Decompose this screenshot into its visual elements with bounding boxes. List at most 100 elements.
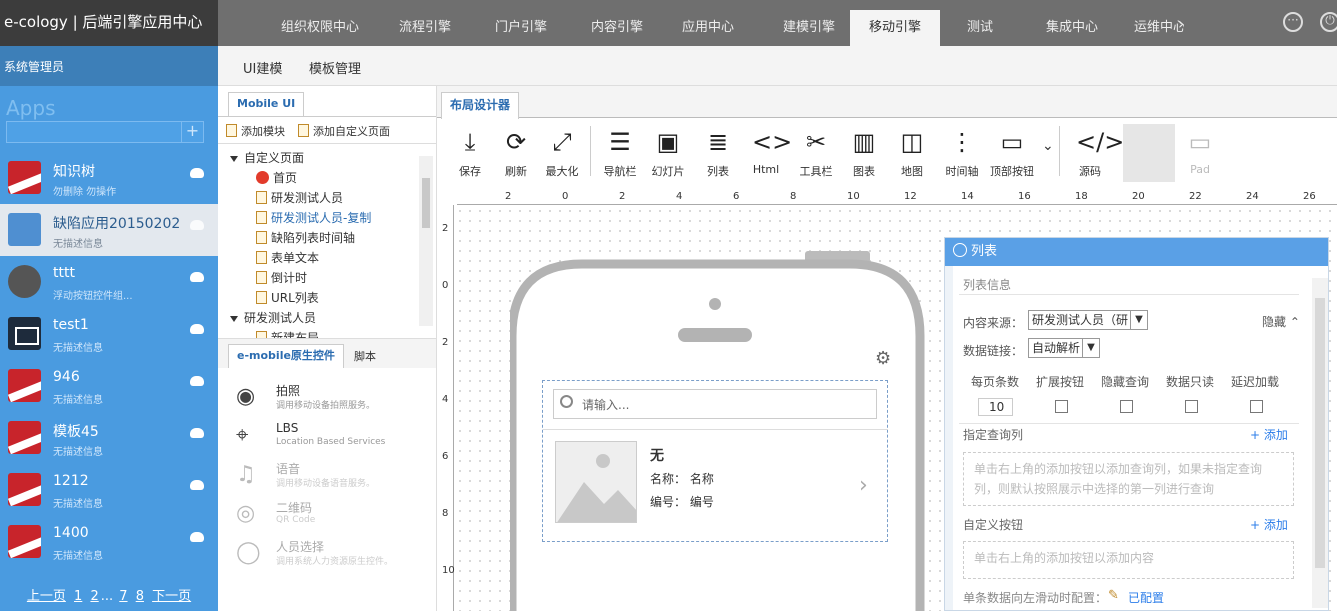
apps-add-button[interactable]: +	[181, 122, 203, 142]
nav-tab[interactable]: 应用中心	[678, 0, 738, 46]
lazy-load-checkbox[interactable]	[1250, 400, 1263, 413]
app-list-item[interactable]: 1400 无描述信息	[0, 516, 218, 568]
ruler-tick: 18	[1075, 191, 1088, 202]
panel-scrollbar[interactable]	[1312, 278, 1328, 608]
tab-script[interactable]: 脚本	[354, 346, 376, 370]
nav-tab[interactable]: 运维中心	[1134, 0, 1184, 46]
map-icon: ◫	[900, 128, 924, 156]
list-item-number: 编号： 编号	[650, 493, 714, 510]
section-list-info: 列表信息	[963, 278, 1012, 292]
ruler-tick: 6	[733, 191, 740, 202]
top-button-icon: ▭	[1000, 128, 1024, 156]
more-icon[interactable]: ···	[1283, 12, 1303, 32]
pager-prev[interactable]: 上一页	[27, 589, 66, 604]
tree-folder[interactable]: 研发测试人员	[218, 308, 420, 328]
tree-page[interactable]: 新建布局	[218, 328, 420, 338]
tab-layout-designer[interactable]: 布局设计器	[441, 92, 520, 119]
nav-tab[interactable]: 内容引擎	[582, 0, 652, 46]
hide-query-checkbox[interactable]	[1120, 400, 1133, 413]
gear-icon[interactable]: ⚙	[875, 348, 891, 369]
app-desc: 浮动按钮控件组...	[53, 291, 133, 302]
tree-page[interactable]: 首页	[218, 168, 420, 188]
tree-page[interactable]: 表单文本	[218, 248, 420, 268]
list-icon: ≣	[707, 128, 729, 156]
add-button-button[interactable]: + 添加	[1250, 516, 1288, 533]
nav-tab[interactable]: 建模引擎	[774, 0, 844, 46]
pager-page-8[interactable]: 8	[136, 589, 144, 604]
data-link-select[interactable]: 自动解析 ▼	[1028, 338, 1100, 358]
extend-button-checkbox[interactable]	[1055, 400, 1068, 413]
power-icon[interactable]: ⏻	[1320, 12, 1337, 32]
app-logo-icon	[8, 161, 41, 194]
tree-page[interactable]: 倒计时	[218, 268, 420, 288]
content-source-select[interactable]: 研发测试人员（研 ▼	[1028, 310, 1148, 330]
toolbar-label: 保存	[459, 165, 481, 178]
app-list-item[interactable]: test1 无描述信息	[0, 308, 218, 360]
subnav-template-manage[interactable]: 模板管理	[309, 58, 361, 77]
app-list-item[interactable]: 知识树 勿删除 勿操作	[0, 152, 218, 204]
column-header: 隐藏查询	[1101, 375, 1150, 389]
add-module-icon	[226, 124, 237, 137]
nav-tab[interactable]: 移动引擎	[850, 10, 940, 46]
add-query-button[interactable]: + 添加	[1250, 426, 1288, 443]
tree-page[interactable]: 研发测试人员-复制	[218, 208, 420, 228]
nav-tab[interactable]: 门户引擎	[486, 0, 556, 46]
readonly-checkbox[interactable]	[1185, 400, 1198, 413]
cloud-upload-icon[interactable]	[190, 220, 204, 230]
chevron-right-icon[interactable]: ›	[1178, 14, 1184, 33]
cloud-upload-icon[interactable]	[190, 168, 204, 178]
ruler-tick: 4	[676, 191, 683, 202]
pager-page-1[interactable]: 1	[74, 589, 82, 604]
tree-scrollbar[interactable]	[419, 156, 433, 326]
link-value: 自动解析	[1032, 341, 1081, 355]
tree-page[interactable]: 缺陷列表时间轴	[218, 228, 420, 248]
tree-label: URL列表	[271, 291, 319, 305]
nav-tab[interactable]: 测试	[958, 0, 1002, 46]
page-size-input[interactable]: 10	[978, 398, 1013, 416]
cloud-upload-icon[interactable]	[190, 376, 204, 386]
app-desc: 勿删除 勿操作	[53, 187, 117, 198]
nav-tab[interactable]: 集成中心	[1038, 0, 1106, 46]
column-header: 每页条数	[971, 375, 1020, 389]
phone-search-input[interactable]: 请输入...	[553, 389, 877, 419]
maximize-icon: ⤢	[552, 128, 572, 156]
toolbar-label: 图表	[853, 165, 875, 178]
html-icon: <>	[752, 128, 793, 156]
cloud-upload-icon[interactable]	[190, 272, 204, 282]
expand-icon[interactable]	[230, 316, 238, 322]
list-component[interactable]: 请输入... 无 名称： 名称 编号： 编号 ›	[542, 380, 888, 542]
collapse-icon[interactable]	[953, 243, 967, 257]
app-list-item[interactable]: tttt 浮动按钮控件组...	[0, 256, 218, 308]
subnav-ui-modeling[interactable]: UI建模	[243, 58, 282, 77]
pager-ellipsis: ...	[100, 589, 114, 604]
user-name[interactable]: 系统管理员	[0, 46, 218, 86]
add-module-button[interactable]: 添加模块	[226, 123, 285, 139]
cloud-upload-icon[interactable]	[190, 324, 204, 334]
tab-emobile-controls[interactable]: e-mobile原生控件	[228, 344, 344, 368]
cloud-upload-icon[interactable]	[190, 480, 204, 490]
app-list-item[interactable]: 946 无描述信息	[0, 360, 218, 412]
app-list-item[interactable]: 模板45 无描述信息	[0, 412, 218, 464]
tree-page[interactable]: 研发测试人员	[218, 188, 420, 208]
hide-toggle[interactable]: 隐藏 ⌃	[1262, 313, 1300, 330]
cloud-upload-icon[interactable]	[190, 532, 204, 542]
toolbar-label: 源码	[1079, 165, 1101, 178]
nav-tab[interactable]: 流程引擎	[390, 0, 460, 46]
more-chevron-icon[interactable]: ⌄	[1042, 138, 1054, 154]
add-custom-page-button[interactable]: 添加自定义页面	[298, 123, 390, 139]
swipe-config-link[interactable]: 已配置	[1128, 589, 1164, 606]
pager-next[interactable]: 下一页	[152, 589, 191, 604]
pager-page-2[interactable]: 2	[90, 589, 98, 604]
tools-icon: ✂	[805, 128, 827, 156]
app-list-item[interactable]: 1212 无描述信息	[0, 464, 218, 516]
name-label: 名称：	[650, 472, 687, 486]
cloud-upload-icon[interactable]	[190, 428, 204, 438]
expand-icon[interactable]	[230, 156, 238, 162]
app-list-item[interactable]: 缺陷应用20150202 无描述信息	[0, 204, 218, 256]
apps-search-input[interactable]: +	[6, 121, 204, 143]
nav-tab[interactable]: 组织权限中心	[270, 0, 370, 46]
tree-page[interactable]: URL列表	[218, 288, 420, 308]
pager-page-7[interactable]: 7	[119, 589, 127, 604]
tab-mobile-ui[interactable]: Mobile UI	[228, 92, 305, 116]
tree-folder[interactable]: 自定义页面	[218, 148, 420, 168]
